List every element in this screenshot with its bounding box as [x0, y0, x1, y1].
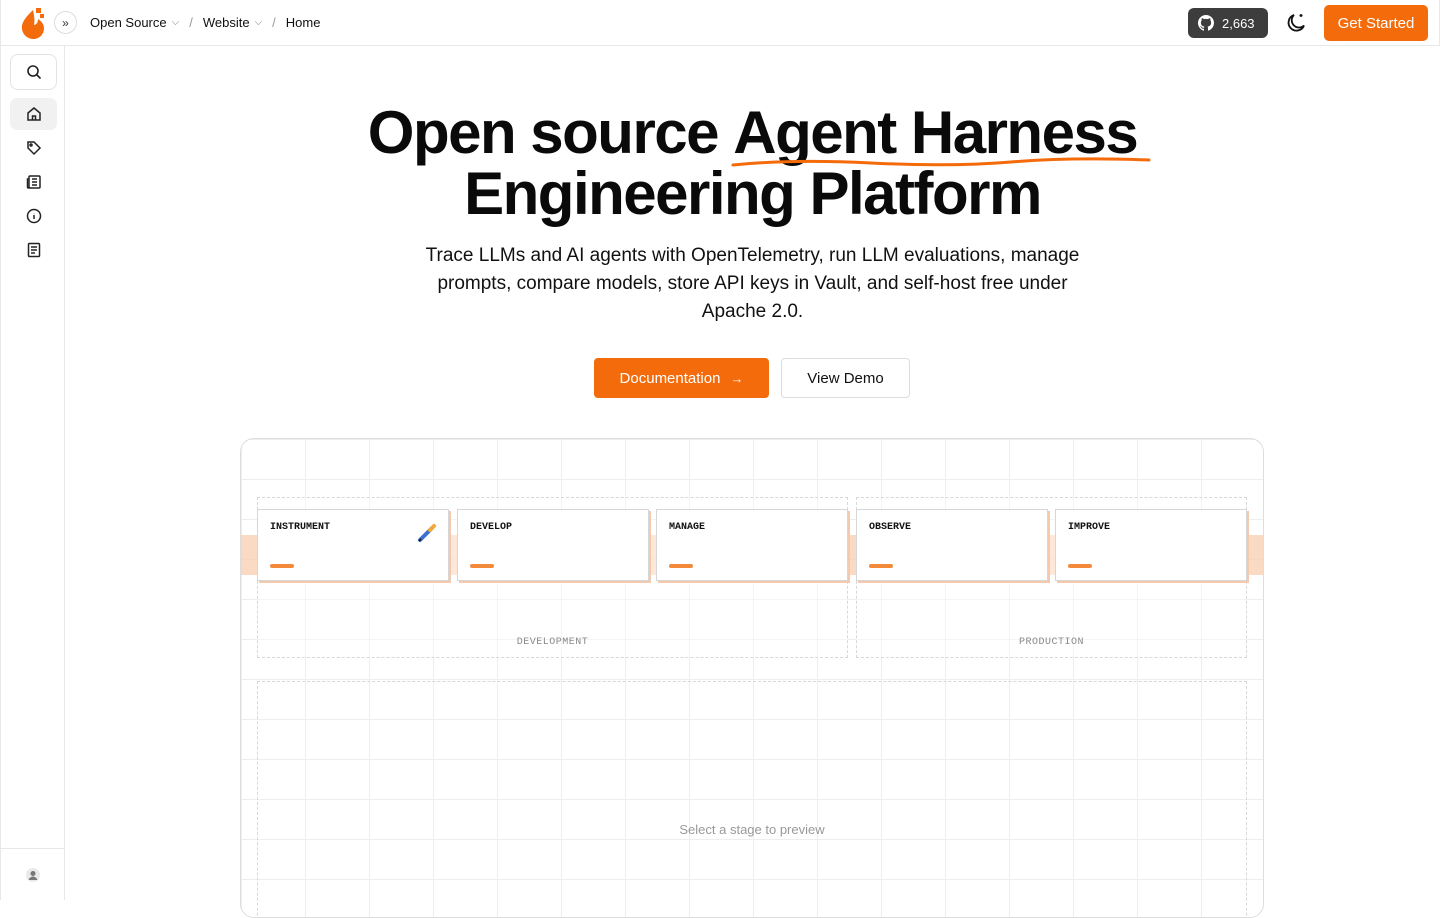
- github-stars-count: 2,663: [1222, 15, 1255, 31]
- stage-indicator: [470, 564, 494, 568]
- stage-label: INSTRUMENT: [270, 522, 331, 533]
- breadcrumb-separator: /: [189, 15, 193, 30]
- hero-subtitle: Trace LLMs and AI agents with OpenTeleme…: [425, 245, 1080, 322]
- sidebar-item-tags[interactable]: [10, 132, 57, 164]
- stage-indicator: [669, 564, 693, 568]
- newspaper-icon: [26, 175, 41, 189]
- documentation-button[interactable]: Documentation →: [594, 358, 769, 398]
- hero-title-highlight-text: Agent Harness: [733, 99, 1138, 166]
- sidebar-item-blog[interactable]: [10, 166, 57, 198]
- preview-placeholder: Select a stage to preview: [679, 822, 825, 837]
- underline-squiggle: [731, 157, 1151, 167]
- hero-title-line2: Engineering Platform: [464, 160, 1042, 227]
- hero-title-highlight: Agent Harness: [731, 99, 1151, 167]
- sidebar-footer: [1, 848, 65, 900]
- sidebar: [0, 46, 65, 900]
- stage-develop[interactable]: DEVELOP: [457, 509, 649, 581]
- tag-icon: [26, 141, 41, 156]
- top-bar: » Open Source ⌵ / Website ⌵ / Home 2,663…: [0, 0, 1440, 46]
- documentation-label: Documentation: [619, 369, 721, 387]
- stage-preview-area: Select a stage to preview: [257, 681, 1247, 917]
- breadcrumb-open-source[interactable]: Open Source ⌵: [90, 15, 179, 30]
- stage-indicator: [1068, 564, 1092, 568]
- info-icon: [26, 208, 41, 224]
- stage-indicator: [869, 564, 893, 568]
- breadcrumb-label: Open Source: [90, 15, 167, 30]
- avatar-icon[interactable]: [25, 867, 41, 883]
- stage-indicator: [270, 564, 294, 568]
- stage-label: OBSERVE: [869, 522, 912, 533]
- arrow-right-icon: →: [730, 370, 744, 386]
- breadcrumb-label: Website: [202, 15, 250, 30]
- breadcrumb-home[interactable]: Home: [286, 15, 321, 30]
- breadcrumb: Open Source ⌵ / Website ⌵ / Home: [90, 15, 320, 30]
- chevron-down-icon: ⌵: [254, 17, 263, 28]
- hero-title: Open source Agent Harness Engineering Pl…: [65, 102, 1440, 224]
- group-label: DEVELOPMENT: [516, 637, 589, 648]
- stage-instrument[interactable]: INSTRUMENT: [257, 509, 449, 581]
- sidebar-item-home[interactable]: [10, 98, 57, 130]
- sidebar-item-about[interactable]: [10, 200, 57, 232]
- theme-toggle-icon[interactable]: [1284, 11, 1308, 35]
- stage-improve[interactable]: IMPROVE: [1055, 509, 1247, 581]
- home-icon: [26, 107, 41, 121]
- expand-sidebar-button[interactable]: »: [54, 11, 77, 34]
- chevron-down-icon: ⌵: [171, 17, 180, 28]
- book-icon: [27, 242, 40, 258]
- search-icon: [26, 65, 41, 80]
- github-icon: [1198, 15, 1214, 31]
- hero-title-plain: Open source: [367, 99, 720, 166]
- view-demo-button[interactable]: View Demo: [781, 358, 910, 398]
- pipeline-panel: DEVELOPMENT PRODUCTION INSTRUMENT DEVELO…: [240, 438, 1264, 918]
- stage-label: DEVELOP: [470, 522, 513, 533]
- breadcrumb-website[interactable]: Website ⌵: [203, 15, 262, 30]
- github-stars-button[interactable]: 2,663: [1188, 8, 1268, 38]
- breadcrumb-separator: /: [272, 15, 276, 30]
- sidebar-search-button[interactable]: [10, 54, 57, 90]
- breadcrumb-label: Home: [285, 15, 321, 30]
- get-started-button[interactable]: Get Started: [1324, 5, 1428, 41]
- logo-icon[interactable]: [19, 6, 47, 40]
- group-label: PRODUCTION: [1018, 637, 1084, 648]
- chevrons-right-icon: »: [62, 15, 69, 30]
- pencil-icon: [418, 524, 436, 542]
- stage-label: IMPROVE: [1068, 522, 1111, 533]
- stage-label: MANAGE: [669, 522, 706, 533]
- stage-manage[interactable]: MANAGE: [656, 509, 848, 581]
- sidebar-item-docs[interactable]: [10, 234, 57, 266]
- stage-observe[interactable]: OBSERVE: [856, 509, 1048, 581]
